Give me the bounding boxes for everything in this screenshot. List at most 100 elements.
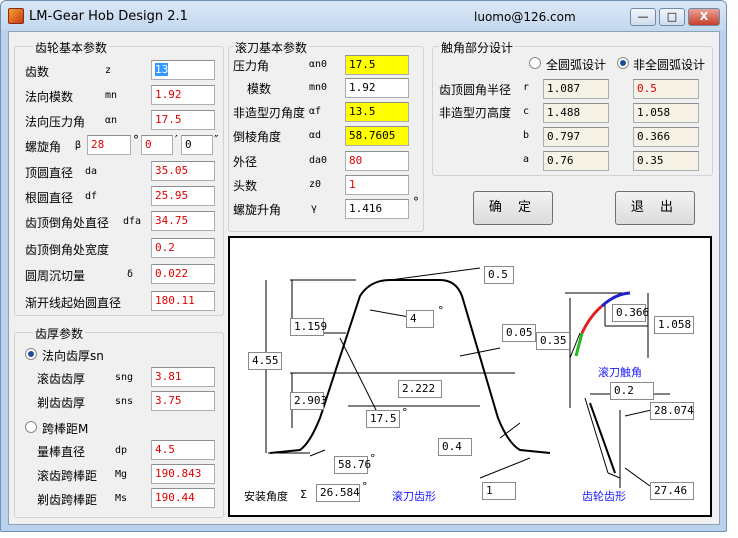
pin-distance-label: 跨棒距M [42, 422, 89, 436]
deg-mark: ° [133, 133, 139, 147]
hob-total-height-value: 4.55 [248, 352, 282, 370]
sns-sym: sns [115, 396, 134, 407]
tip-c-value-1: 1.488 [543, 103, 609, 123]
hob-sym-lead-angle: γ [311, 203, 318, 214]
hob-root-angle-value: 58.76 [334, 456, 371, 474]
profile-diagram: 0.5 4 ° 1.159 0.05 4.55 2.222 2.903 17.5… [228, 236, 712, 517]
hob-label-module: 模数 [247, 82, 272, 96]
sng-label: 滚齿齿厚 [37, 372, 86, 386]
install-angle-unit: ° [362, 480, 368, 493]
gear-label-undercut: 圆周沉切量 [25, 269, 86, 283]
hob-pressure-angle-value: 17.5 [366, 410, 400, 428]
tip-radius-label: 齿顶圆角半径 [439, 83, 512, 97]
hob-sym-module: mn0 [309, 82, 328, 93]
tip-diameter-input[interactable]: 35.05 [151, 161, 215, 181]
chamfer-width-input[interactable]: 0.2 [151, 238, 215, 258]
full-arc-label: 全圆弧设计 [546, 58, 607, 72]
hobbing-thickness-input[interactable]: 3.81 [151, 367, 215, 387]
tip-sym-a: a [523, 154, 530, 165]
hob-side-gap-value: 0.05 [502, 324, 536, 342]
min-mark: ′ [175, 133, 178, 147]
hob-module-input[interactable]: 1.92 [345, 78, 409, 98]
partial-arc-radio[interactable] [617, 57, 629, 69]
exit-button[interactable]: 退 出 [615, 191, 695, 225]
undercut-input[interactable]: 0.022 [151, 264, 215, 284]
thickness-params-title: 齿厚参数 [33, 325, 86, 342]
sec-mark: ″ [214, 133, 219, 147]
shaving-pin-distance-input[interactable]: 190.44 [151, 488, 215, 508]
nonshape-angle-input[interactable]: 13.5 [345, 102, 409, 122]
gear-label-dfa: 齿顶倒角处直径 [25, 216, 110, 230]
chamfer-angle-input[interactable]: 58.7605 [345, 126, 409, 146]
gear-dia1-value: 28.074 [650, 402, 694, 420]
tip-a-diagram-value: 0.35 [536, 332, 570, 350]
hob-params-group: 滚刀基本参数 压力角 αn0 17.5 模数 mn0 1.92 非造型刃角度 α… [228, 39, 424, 232]
hobbing-pin-distance-input[interactable]: 190.843 [151, 464, 215, 484]
hob-chamfer-height-value: 1.159 [290, 318, 327, 336]
full-arc-radio[interactable] [529, 57, 541, 69]
minimize-button[interactable]: — [630, 8, 656, 26]
tip-b-value-1: 0.797 [543, 127, 609, 147]
hob-outer-diameter-input[interactable]: 80 [345, 151, 409, 171]
teeth-count-input[interactable]: 13 [151, 60, 215, 80]
pin-diameter-input[interactable]: 4.5 [151, 440, 215, 460]
shaving-thickness-input[interactable]: 3.75 [151, 391, 215, 411]
hob-pressure-angle-input[interactable]: 17.5 [345, 55, 409, 75]
gear-params-group: 齿轮基本参数 齿数 z 13 法向模数 mn 1.92 法向压力角 αn 17.… [14, 39, 224, 316]
hob-top-width-value: 0.5 [484, 266, 514, 284]
hob-tip-angle-unit: ° [438, 304, 444, 317]
hob-label-pressure-angle: 压力角 [233, 59, 270, 73]
gear-params-title: 齿轮基本参数 [33, 39, 110, 56]
normal-thickness-radio[interactable] [25, 348, 37, 360]
mg-sym: Mg [115, 469, 128, 480]
close-button[interactable]: X [688, 8, 720, 26]
chamfer-diameter-input[interactable]: 34.75 [151, 211, 215, 231]
lead-angle-value: 1.416 [345, 199, 409, 219]
window-title: LM-Gear Hob Design 2.1 [29, 9, 188, 24]
tip-b-diagram-value: 0.366 [612, 304, 649, 322]
maximize-button[interactable]: □ [659, 8, 685, 26]
root-diameter-input[interactable]: 25.95 [151, 186, 215, 206]
gear-sym-da: da [85, 166, 98, 177]
tip-a-value-2: 0.35 [633, 151, 699, 171]
hob-starts-input[interactable]: 1 [345, 175, 409, 195]
gear-label-da: 顶圆直径 [25, 166, 74, 180]
helix-angle-label: 螺旋角 [25, 140, 62, 154]
hob-pressure-angle-unit: ° [402, 406, 408, 419]
normal-pressure-angle-input[interactable]: 17.5 [151, 110, 215, 130]
client-area: 齿轮基本参数 齿数 z 13 法向模数 mn 1.92 法向压力角 αn 17.… [8, 31, 720, 525]
hob-pitch-height-value: 2.903 [290, 392, 327, 410]
tip-c-diagram-value: 1.058 [654, 316, 694, 334]
install-angle-label: 安装角度 [244, 490, 288, 503]
tip-a-value-1: 0.76 [543, 151, 609, 171]
gear-label-mn: 法向模数 [25, 90, 74, 104]
app-icon [8, 8, 24, 24]
tip-sym-c: c [523, 106, 530, 117]
gear-profile-caption: 齿轮齿形 [582, 490, 626, 503]
hob-label-chamfer-angle: 倒棱角度 [233, 130, 282, 144]
pin-distance-radio[interactable] [25, 421, 37, 433]
gear-sym-df: df [85, 191, 98, 202]
partial-arc-label: 非全圆弧设计 [633, 58, 706, 72]
hob-profile-caption: 滚刀齿形 [392, 490, 436, 503]
gear-sym-an: αn [105, 115, 118, 126]
tip-design-group: 触角部分设计 全圆弧设计 非全圆弧设计 齿顶圆角半径 非造型刃高度 r 1.08… [432, 39, 713, 176]
helix-deg-input[interactable]: 28 [87, 135, 131, 155]
hob-label-outer-dia: 外径 [233, 155, 258, 169]
hob-tip-angle-value: 4 [406, 310, 434, 328]
hob-label-lead-angle: 螺旋升角 [233, 203, 282, 217]
hob-sym-chamfer-angle: αd [309, 130, 322, 141]
gear-sym-undercut: δ [127, 269, 134, 280]
lead-angle-unit: ° [413, 195, 419, 209]
hob-bottom-radius-value: 0.4 [438, 438, 472, 456]
tip-r-value-2[interactable]: 0.5 [633, 79, 699, 99]
confirm-button[interactable]: 确 定 [473, 191, 553, 225]
hob-label-nonshape-angle: 非造型刃角度 [233, 106, 306, 120]
title-bar: LM-Gear Hob Design 2.1 luomo@126.com — □… [1, 1, 726, 31]
sns-label: 剃齿齿厚 [37, 396, 86, 410]
hob-sym-starts: z0 [309, 179, 322, 190]
involute-start-input[interactable]: 180.11 [151, 291, 215, 311]
helix-min-input[interactable]: 0 [141, 135, 173, 155]
helix-sec-input[interactable]: 0 [181, 135, 213, 155]
normal-module-input[interactable]: 1.92 [151, 85, 215, 105]
